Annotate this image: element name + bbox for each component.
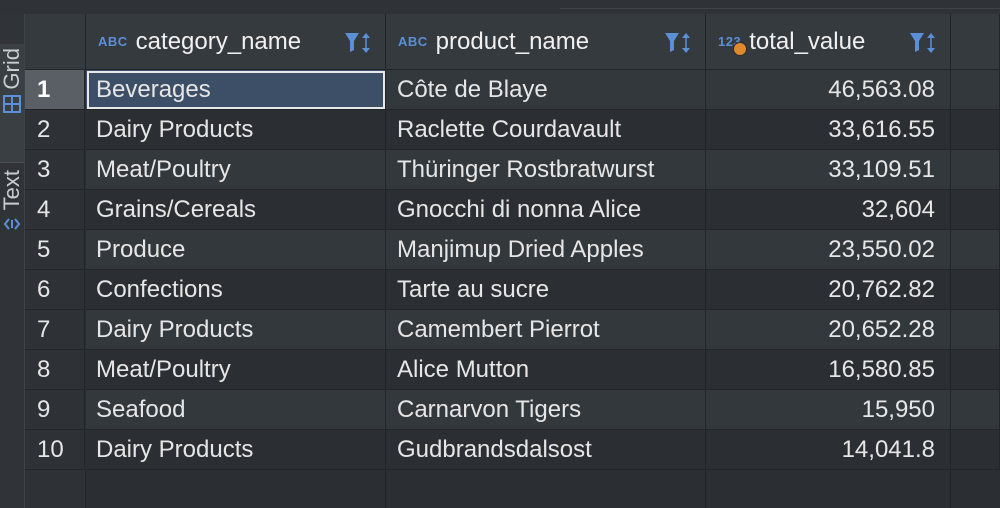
column-header-category-name[interactable]: ABC category_name (86, 14, 386, 70)
empty-cell (706, 470, 951, 508)
row-number[interactable]: 5 (25, 230, 85, 270)
tab-grid[interactable]: Grid (0, 44, 24, 163)
cell-product-name[interactable]: Thüringer Rostbratwurst (386, 150, 706, 190)
empty-cell (951, 150, 1000, 190)
cell-product-name[interactable]: Gudbrandsdalsost (386, 430, 706, 470)
grid-icon (3, 94, 21, 113)
row-number[interactable]: 7 (25, 310, 85, 350)
cell-total-value[interactable]: 46,563.08 (706, 70, 951, 110)
empty-cell (951, 110, 1000, 150)
cell-total-value[interactable]: 20,762.82 (706, 270, 951, 310)
empty-cell (386, 470, 706, 508)
column-header-total-value[interactable]: 123 total_value (706, 14, 951, 70)
row-number[interactable]: 10 (25, 430, 85, 470)
cell-product-name[interactable]: Raclette Courdavault (386, 110, 706, 150)
row-number[interactable]: 3 (25, 150, 85, 190)
empty-cell (951, 390, 1000, 430)
cell-product-name[interactable]: Tarte au sucre (386, 270, 706, 310)
cell-category-name[interactable]: Meat/Poultry (86, 150, 386, 190)
column-header-product-name[interactable]: ABC product_name (386, 14, 706, 70)
empty-cell (951, 270, 1000, 310)
view-mode-sidebar: Grid Text (0, 14, 25, 508)
empty-cell (951, 70, 1000, 110)
row-number[interactable]: 2 (25, 110, 85, 150)
column-header-label: total_value (749, 27, 866, 55)
empty-cell (951, 230, 1000, 270)
text-icon (3, 218, 21, 230)
cell-total-value[interactable]: 20,652.28 (706, 310, 951, 350)
cell-total-value[interactable]: 33,109.51 (706, 150, 951, 190)
tab-grid-label: Grid (0, 48, 24, 90)
cell-category-name[interactable]: Dairy Products (86, 310, 386, 350)
filter-sort-icon[interactable] (343, 30, 373, 56)
column-header-label: category_name (135, 27, 302, 55)
cell-total-value[interactable]: 16,580.85 (706, 350, 951, 390)
column-header-empty (951, 14, 1000, 70)
cell-category-name[interactable]: Seafood (86, 390, 386, 430)
cell-total-value[interactable]: 23,550.02 (706, 230, 951, 270)
grid-corner[interactable] (25, 14, 86, 70)
cell-product-name[interactable]: Carnarvon Tigers (386, 390, 706, 430)
cell-product-name[interactable]: Manjimup Dried Apples (386, 230, 706, 270)
row-number-filler (25, 470, 86, 508)
row-number[interactable]: 9 (25, 390, 85, 430)
cell-product-name[interactable]: Camembert Pierrot (386, 310, 706, 350)
text-type-icon: ABC (98, 34, 128, 49)
cell-total-value[interactable]: 32,604 (706, 190, 951, 230)
filter-sort-icon[interactable] (908, 30, 938, 56)
filter-sort-icon[interactable] (663, 30, 693, 56)
cell-total-value[interactable]: 14,041.8 (706, 430, 951, 470)
row-number[interactable]: 1 (25, 70, 85, 110)
cell-product-name[interactable]: Gnocchi di nonna Alice (386, 190, 706, 230)
cell-category-name[interactable]: Meat/Poultry (86, 350, 386, 390)
cell-total-value[interactable]: 33,616.55 (706, 110, 951, 150)
cell-category-name[interactable]: Dairy Products (86, 110, 386, 150)
cell-category-name[interactable]: Beverages (86, 70, 386, 110)
empty-cell (86, 470, 386, 508)
cell-product-name[interactable]: Alice Mutton (386, 350, 706, 390)
row-number[interactable]: 4 (25, 190, 85, 230)
cell-total-value[interactable]: 15,950 (706, 390, 951, 430)
text-type-icon: ABC (398, 34, 428, 49)
cell-category-name[interactable]: Confections (86, 270, 386, 310)
empty-cell (951, 350, 1000, 390)
top-toolbar-strip (0, 0, 1000, 14)
toolbar-divider (560, 0, 1000, 9)
empty-cell (951, 190, 1000, 230)
cell-category-name[interactable]: Produce (86, 230, 386, 270)
tab-text[interactable]: Text (0, 166, 24, 276)
empty-cell (951, 310, 1000, 350)
row-number[interactable]: 6 (25, 270, 85, 310)
cell-category-name[interactable]: Grains/Cereals (86, 190, 386, 230)
cell-category-name[interactable]: Dairy Products (86, 430, 386, 470)
cell-product-name[interactable]: Côte de Blaye (386, 70, 706, 110)
empty-cell (951, 430, 1000, 470)
tab-text-label: Text (0, 170, 24, 211)
numeric-type-icon: 123 (718, 34, 747, 56)
row-number[interactable]: 8 (25, 350, 85, 390)
numeric-badge-dot (733, 42, 747, 56)
column-header-label: product_name (435, 27, 590, 55)
